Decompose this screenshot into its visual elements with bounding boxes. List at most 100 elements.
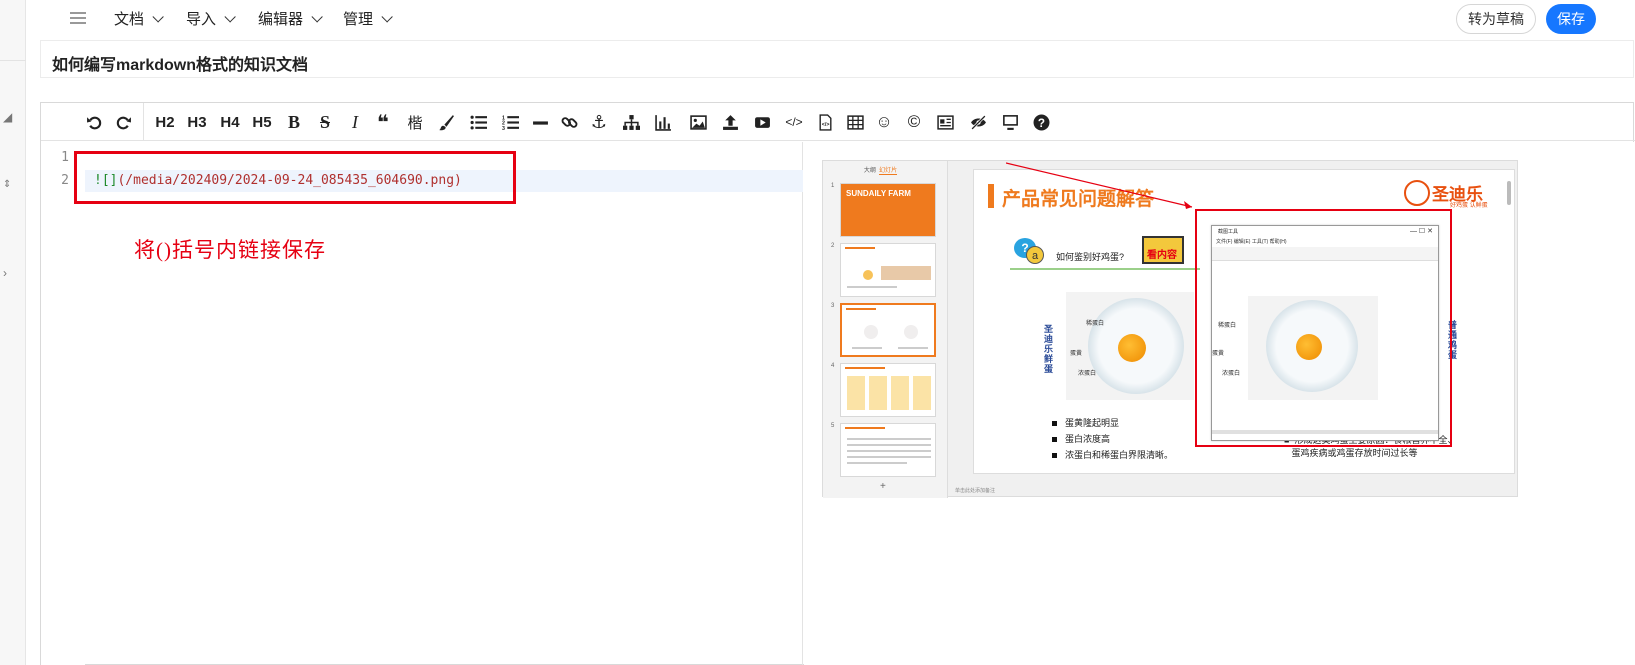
svg-text:</>: </>: [821, 122, 829, 128]
thumb-text: [852, 347, 882, 349]
thumb-card: [869, 376, 887, 410]
template-icon[interactable]: [935, 112, 955, 132]
line-gutter: 1 2: [41, 142, 85, 665]
table-icon[interactable]: [845, 112, 865, 132]
chart-icon[interactable]: [653, 112, 673, 132]
upload-icon[interactable]: [720, 112, 740, 132]
top-nav: 文档 导入 编辑器 管理 转为草稿 保存: [26, 0, 1635, 38]
slide-thumbnails-panel: 大纲 幻灯片 1 SUNDAILY FARM 2 3 4 5 +: [823, 161, 948, 498]
chevron-down-icon: [152, 10, 164, 23]
red-arrow-icon: [1006, 162, 1193, 209]
heading-h4-button[interactable]: H4: [220, 112, 240, 132]
slide-thumbnail-1: SUNDAILY FARM: [840, 183, 936, 237]
thumb-text: [847, 462, 907, 464]
see-content-badge: 看内容: [1142, 236, 1184, 264]
code-file-icon[interactable]: </>: [815, 112, 835, 132]
thumb-number: 2: [831, 243, 835, 249]
editor-toolbar: H2 H3 H4 H5 B S I ❝ 楷 123 ⚓ </> </> ☺ ©: [41, 103, 1635, 141]
thumb-number: 3: [831, 303, 835, 309]
menu-editor[interactable]: 编辑器: [258, 8, 323, 29]
bold-icon[interactable]: B: [284, 112, 304, 132]
kai-font-button[interactable]: 楷: [405, 112, 425, 132]
menu-document[interactable]: 文档: [114, 8, 164, 29]
chevron-right-icon[interactable]: ›: [3, 267, 7, 279]
thumb-plate: [864, 325, 878, 339]
bullet-item: 蛋黄隆起明显: [1065, 418, 1120, 428]
slide-question: 如何鉴别好鸡蛋?: [1056, 252, 1125, 262]
link-icon[interactable]: [559, 112, 579, 132]
hide-preview-icon[interactable]: [968, 112, 988, 132]
thumb-number: 4: [831, 363, 835, 369]
slide-bullets: 蛋黄隆起明显 蛋白浓度高 浓蛋白和稀蛋白界限清晰。: [1052, 416, 1173, 464]
unordered-list-icon[interactable]: [468, 112, 488, 132]
anchor-icon[interactable]: ⚓: [589, 112, 609, 132]
slide-divider: [1010, 268, 1200, 270]
ordered-list-icon[interactable]: 123: [500, 112, 520, 132]
fullscreen-monitor-icon[interactable]: [1000, 112, 1020, 132]
heading-h2-button[interactable]: H2: [155, 112, 175, 132]
thumb-card: [847, 376, 865, 410]
convert-to-draft-button[interactable]: 转为草稿: [1456, 4, 1536, 34]
slide-thumbnail-2: [840, 243, 936, 297]
document-title-field[interactable]: 如何编写markdown格式的知识文档: [40, 40, 1634, 78]
left-sidebar-strip: ◢ ⇕ ›: [0, 0, 26, 665]
redo-icon[interactable]: [113, 112, 133, 132]
menu-label: 管理: [343, 11, 374, 28]
help-icon[interactable]: ?: [1031, 112, 1051, 132]
menu-label: 文档: [114, 11, 145, 28]
preview-image: 大纲 幻灯片 1 SUNDAILY FARM 2 3 4 5 + 产品常见问题解…: [822, 160, 1518, 498]
slide-title-bar: [988, 184, 994, 208]
sort-icon[interactable]: ⇕: [3, 180, 11, 190]
document-title: 如何编写markdown格式的知识文档: [52, 57, 309, 74]
heading-h5-button[interactable]: H5: [252, 112, 272, 132]
egg-yolk: [1118, 334, 1146, 362]
menu-label: 编辑器: [258, 11, 304, 28]
hamburger-menu-icon[interactable]: [70, 12, 86, 24]
heading-h3-button[interactable]: H3: [187, 112, 207, 132]
brand-slogan: 好鸡蛋 认鲜蛋: [1450, 203, 1488, 209]
slide-thumbnail-5: [840, 423, 936, 477]
image-icon[interactable]: [688, 112, 708, 132]
horizontal-rule-icon[interactable]: [530, 112, 550, 132]
strikethrough-icon[interactable]: S: [315, 112, 335, 132]
svg-text:?: ?: [1037, 116, 1044, 129]
thumb-card: [913, 376, 931, 410]
quote-icon[interactable]: ❝: [373, 112, 393, 134]
brush-icon[interactable]: [436, 112, 456, 132]
menu-manage[interactable]: 管理: [343, 8, 393, 29]
slide-scrollbar: [1507, 181, 1511, 205]
thumb-number: 5: [831, 423, 835, 429]
tab-slides: 幻灯片: [879, 168, 898, 175]
thumb-title-bar: [845, 367, 885, 369]
thumb-text: [847, 438, 931, 440]
menu-import[interactable]: 导入: [186, 8, 236, 29]
thumb-number: 1: [831, 183, 835, 189]
egg-photo: 稀蛋白 蛋黄 浓蛋白: [1066, 292, 1194, 400]
thumb-text: [847, 444, 931, 446]
sitemap-icon[interactable]: [621, 112, 641, 132]
egg-label: 蛋黄: [1070, 351, 1083, 357]
italic-icon[interactable]: I: [345, 112, 365, 132]
thumb-egg: [863, 270, 873, 280]
emoji-icon[interactable]: ☺: [874, 112, 894, 132]
collapse-icon[interactable]: ◢: [3, 111, 12, 123]
toolbar-divider: [143, 103, 144, 141]
thumb-plate: [904, 325, 918, 339]
copyright-icon[interactable]: ©: [904, 112, 924, 132]
thumb-text: [847, 456, 931, 458]
annotation-text: 将()括号内链接保存: [134, 238, 326, 262]
markdown-editor: H2 H3 H4 H5 B S I ❝ 楷 123 ⚓ </> </> ☺ ©: [40, 102, 1635, 665]
code-pane[interactable]: 1 2 ![](/media/202409/2024-09-24_085435_…: [41, 142, 803, 665]
slide-thumbnail-4: [840, 363, 936, 417]
line-number: 2: [61, 173, 69, 188]
code-icon[interactable]: </>: [784, 112, 804, 132]
slide-notes: 单击此处添加备注: [955, 488, 996, 494]
undo-icon[interactable]: [84, 112, 104, 132]
thumb-text: [898, 347, 928, 349]
video-icon[interactable]: [752, 112, 772, 132]
thumb-text: [847, 286, 897, 288]
brand-logo-icon: [1404, 180, 1430, 206]
line-number: 1: [61, 150, 69, 165]
save-button[interactable]: 保存: [1546, 4, 1596, 34]
svg-text:3: 3: [502, 125, 505, 130]
